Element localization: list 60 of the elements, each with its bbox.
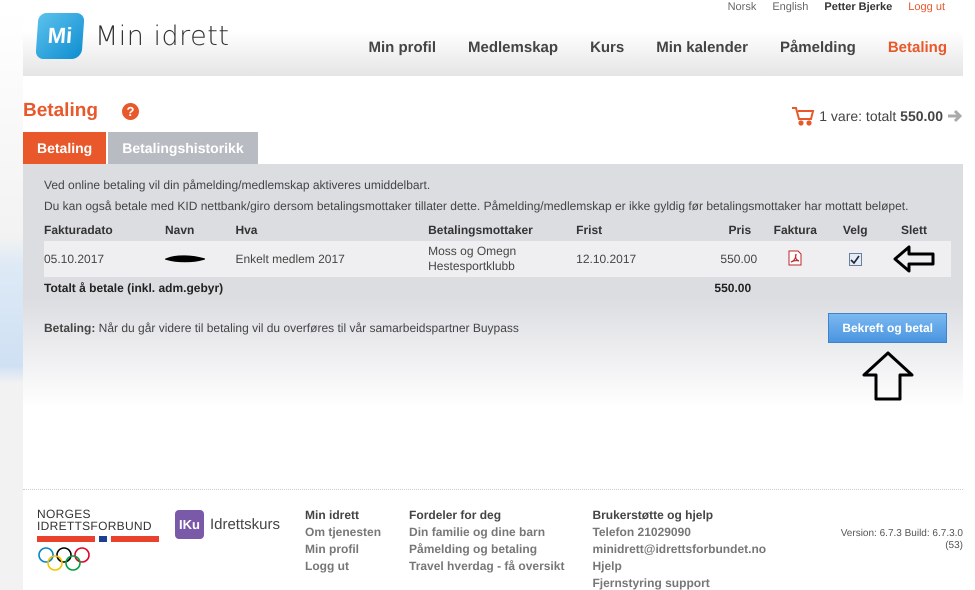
nav-link[interactable]: Min kalender [656, 39, 748, 56]
pdf-icon[interactable] [788, 250, 802, 266]
info-text: Ved online betaling vil din påmelding/medlemskap aktiveres umiddelbart. [44, 178, 432, 192]
table-cell: 12.10.2017 [576, 241, 682, 277]
column-header: Pris [682, 220, 758, 241]
cart-summary: 1 vare: totalt 550.00 [819, 108, 943, 124]
column-header: Fakturadato [44, 220, 165, 241]
nav-link[interactable]: Min profil [368, 39, 436, 56]
footer-link[interactable]: minidrett@idrettsforbundet.no [592, 542, 766, 556]
column-header: Betalingsmottaker [428, 220, 576, 241]
build-text: (53) [945, 540, 963, 551]
left-arrow-drawing [892, 244, 935, 274]
table-cell: Moss og Omegn Hestesportklubb [428, 241, 576, 277]
org-name: NORGES IDRETTSFORBUND [37, 508, 153, 532]
nav-link[interactable]: Betaling [888, 39, 947, 56]
logo-mark: Mi [35, 13, 85, 59]
footer-link[interactable]: Min profil [305, 542, 382, 556]
table-cell: 550.00 [682, 241, 758, 277]
footer-link[interactable]: Fjernstyring support [592, 576, 766, 590]
footer-heading: Brukerstøtte og hjelp [592, 508, 714, 522]
footer-heading: Min idrett [305, 508, 360, 522]
top-link[interactable]: Petter Bjerke [824, 1, 892, 13]
nav-link[interactable]: Kurs [590, 39, 624, 56]
column-header: Hva [235, 220, 428, 241]
total-label: Totalt å betale (inkl. adm.gebyr) [44, 277, 682, 299]
footer-link[interactable]: Travel hverdag - få oversikt [409, 559, 564, 573]
nav-link[interactable]: Medlemskap [468, 39, 558, 56]
column-header: Slett [876, 220, 951, 241]
up-arrow-drawing [860, 351, 915, 401]
table-cell: Enkelt medlem 2017 [235, 241, 428, 277]
iku-logo-mark: IKu [175, 510, 204, 538]
logo-text: Min idrett [95, 20, 230, 52]
column-header: Faktura [757, 220, 834, 241]
version-text: Version: 6.7.3 Build: 6.7.3.0 [840, 528, 963, 539]
footer-link[interactable]: Din familie og dine barn [409, 525, 564, 539]
table-cell: 05.10.2017 [44, 241, 165, 277]
confirm-button[interactable]: Bekreft og betal [828, 313, 947, 343]
tab[interactable]: Betaling [23, 132, 106, 164]
column-header: Velg [833, 220, 877, 241]
cart-icon[interactable] [791, 106, 816, 126]
top-link[interactable]: Norsk [728, 1, 756, 13]
column-header: Frist [576, 220, 682, 241]
iku-logo-text: Idrettskurs [210, 516, 280, 532]
nav-link[interactable]: Påmelding [780, 39, 856, 56]
footer-link[interactable]: Telefon 21029090 [592, 525, 766, 539]
column-header: Navn [164, 220, 236, 241]
footer-link[interactable]: Påmelding og betaling [409, 542, 564, 556]
footer-heading: Fordeler for deg [409, 508, 502, 522]
info-text: Du kan også betale med KID nettbank/giro dersom betalingsmottaker tillater dette. Påmelding/medlemskap er ikke gyldig før betalingsmottaker har mottatt beløpet. [44, 199, 910, 213]
footer-link[interactable]: Hjelp [592, 559, 766, 573]
help-icon[interactable]: ? [122, 102, 139, 120]
olympic-rings-drawing [37, 546, 91, 572]
top-link[interactable]: Logg ut [908, 1, 945, 13]
total-amount: 550.00 [682, 277, 758, 299]
footer-link[interactable]: Om tjenesten [305, 525, 382, 539]
footer-link[interactable]: Logg ut [305, 559, 382, 573]
select-checkbox[interactable] [848, 253, 862, 266]
page-title: Betaling [23, 100, 98, 122]
top-link[interactable]: English [772, 1, 808, 13]
payment-note: Betaling: Når du går videre til betaling vil du overføres til vår samarbeidspartner Buypass [44, 321, 519, 337]
